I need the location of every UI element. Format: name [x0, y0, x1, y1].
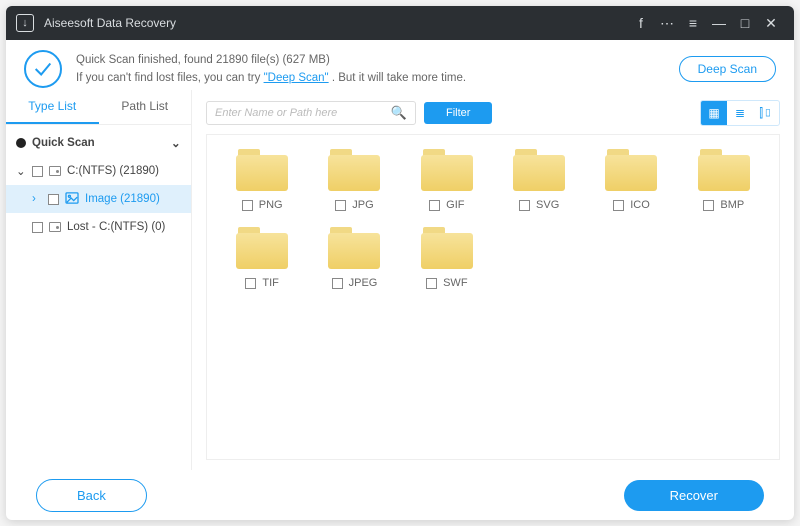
search-icon[interactable]: 🔍	[391, 105, 407, 121]
tree-node-image[interactable]: › Image (21890)	[6, 185, 191, 213]
checkbox[interactable]	[332, 278, 343, 289]
folder-icon	[234, 225, 290, 271]
folder-icon	[603, 147, 659, 193]
search-input[interactable]	[215, 107, 385, 119]
main-body: Type List Path List Quick Scan ⌄ ⌄ C:(NT…	[6, 90, 794, 470]
folder-item[interactable]: JPG	[311, 147, 397, 211]
folder-item[interactable]: ICO	[588, 147, 674, 211]
app-title: Aiseesoft Data Recovery	[44, 16, 176, 30]
folder-label: ICO	[630, 199, 650, 211]
view-list-button[interactable]: ≣	[727, 101, 753, 125]
content-pane: 🔍 Filter ▦ ≣ ⫿▯ PNG JPG GIF SVG ICO BMP TIF JPE…	[192, 90, 794, 470]
tree: Quick Scan ⌄ ⌄ C:(NTFS) (21890) › I	[6, 125, 191, 241]
chevron-right-icon[interactable]: ›	[32, 193, 42, 205]
folder-item[interactable]: JPEG	[311, 225, 397, 289]
folder-icon	[419, 225, 475, 271]
folder-icon	[419, 147, 475, 193]
image-icon	[65, 192, 79, 207]
checkbox[interactable]	[429, 200, 440, 211]
view-detail-button[interactable]: ⫿▯	[753, 101, 779, 125]
feedback-icon[interactable]: ⋯	[654, 15, 680, 32]
tree-node-label: C:(NTFS) (21890)	[67, 165, 159, 177]
scan-status-bar: Quick Scan finished, found 21890 file(s)…	[6, 40, 794, 90]
checkmark-icon	[24, 50, 62, 88]
folder-icon	[511, 147, 567, 193]
checkbox[interactable]	[245, 278, 256, 289]
tree-node-drive-c[interactable]: ⌄ C:(NTFS) (21890)	[6, 157, 191, 185]
view-toggle: ▦ ≣ ⫿▯	[700, 100, 780, 126]
app-window: ↓ Aiseesoft Data Recovery f ⋯ ≡ — □ ✕ Qu…	[6, 6, 794, 520]
bullet-icon	[16, 138, 26, 148]
search-box[interactable]: 🔍	[206, 101, 416, 125]
tree-node-lost-drive[interactable]: Lost - C:(NTFS) (0)	[6, 213, 191, 241]
deep-scan-link[interactable]: "Deep Scan"	[264, 72, 329, 84]
sidebar: Type List Path List Quick Scan ⌄ ⌄ C:(NT…	[6, 90, 192, 470]
folder-label: PNG	[259, 199, 283, 211]
content-toolbar: 🔍 Filter ▦ ≣ ⫿▯	[206, 100, 780, 126]
checkbox[interactable]	[335, 200, 346, 211]
tree-section-label: Quick Scan	[32, 137, 95, 149]
checkbox[interactable]	[32, 166, 43, 177]
scan-status-text: Quick Scan finished, found 21890 file(s)…	[76, 51, 466, 69]
sidebar-tabs: Type List Path List	[6, 90, 191, 125]
minimize-button[interactable]: —	[706, 15, 732, 31]
recover-button[interactable]: Recover	[624, 480, 764, 511]
titlebar: ↓ Aiseesoft Data Recovery f ⋯ ≡ — □ ✕	[6, 6, 794, 40]
drive-icon	[49, 222, 61, 232]
tab-path-list[interactable]: Path List	[99, 90, 192, 124]
checkbox[interactable]	[613, 200, 624, 211]
folder-label: BMP	[720, 199, 744, 211]
folder-label: SVG	[536, 199, 559, 211]
folder-grid: PNG JPG GIF SVG ICO BMP TIF JPEG SWF	[219, 147, 767, 289]
scan-messages: Quick Scan finished, found 21890 file(s)…	[76, 51, 466, 88]
checkbox[interactable]	[519, 200, 530, 211]
chevron-down-icon[interactable]: ⌄	[171, 136, 181, 150]
folder-item[interactable]: TIF	[219, 225, 305, 289]
app-logo-icon: ↓	[16, 14, 34, 32]
folder-label: JPEG	[349, 277, 378, 289]
folder-label: SWF	[443, 277, 467, 289]
chevron-down-icon[interactable]: ⌄	[16, 164, 26, 178]
checkbox[interactable]	[32, 222, 43, 233]
folder-item[interactable]: PNG	[219, 147, 305, 211]
scan-tip-suffix: . But it will take more time.	[332, 72, 466, 84]
back-button[interactable]: Back	[36, 479, 147, 512]
facebook-icon[interactable]: f	[628, 15, 654, 31]
folder-label: TIF	[262, 277, 279, 289]
footer: Back Recover	[6, 470, 794, 520]
view-grid-button[interactable]: ▦	[701, 101, 727, 125]
checkbox[interactable]	[703, 200, 714, 211]
tree-node-label: Lost - C:(NTFS) (0)	[67, 221, 165, 233]
maximize-button[interactable]: □	[732, 15, 758, 31]
filter-button[interactable]: Filter	[424, 102, 492, 124]
folder-label: JPG	[352, 199, 373, 211]
drive-icon	[49, 166, 61, 176]
results-panel: PNG JPG GIF SVG ICO BMP TIF JPEG SWF	[206, 134, 780, 460]
folder-item[interactable]: SWF	[404, 225, 490, 289]
checkbox[interactable]	[242, 200, 253, 211]
folder-item[interactable]: GIF	[404, 147, 490, 211]
tree-section-quick-scan[interactable]: Quick Scan ⌄	[6, 129, 191, 157]
tree-node-label: Image (21890)	[85, 193, 160, 205]
menu-icon[interactable]: ≡	[680, 15, 706, 31]
checkbox[interactable]	[426, 278, 437, 289]
folder-icon	[234, 147, 290, 193]
tab-type-list[interactable]: Type List	[6, 90, 99, 124]
folder-icon	[696, 147, 752, 193]
folder-item[interactable]: BMP	[681, 147, 767, 211]
folder-icon	[326, 147, 382, 193]
deep-scan-button[interactable]: Deep Scan	[679, 56, 776, 82]
scan-tip-prefix: If you can't find lost files, you can tr…	[76, 72, 264, 84]
folder-label: GIF	[446, 199, 464, 211]
folder-item[interactable]: SVG	[496, 147, 582, 211]
folder-icon	[326, 225, 382, 271]
close-button[interactable]: ✕	[758, 15, 784, 32]
checkbox[interactable]	[48, 194, 59, 205]
